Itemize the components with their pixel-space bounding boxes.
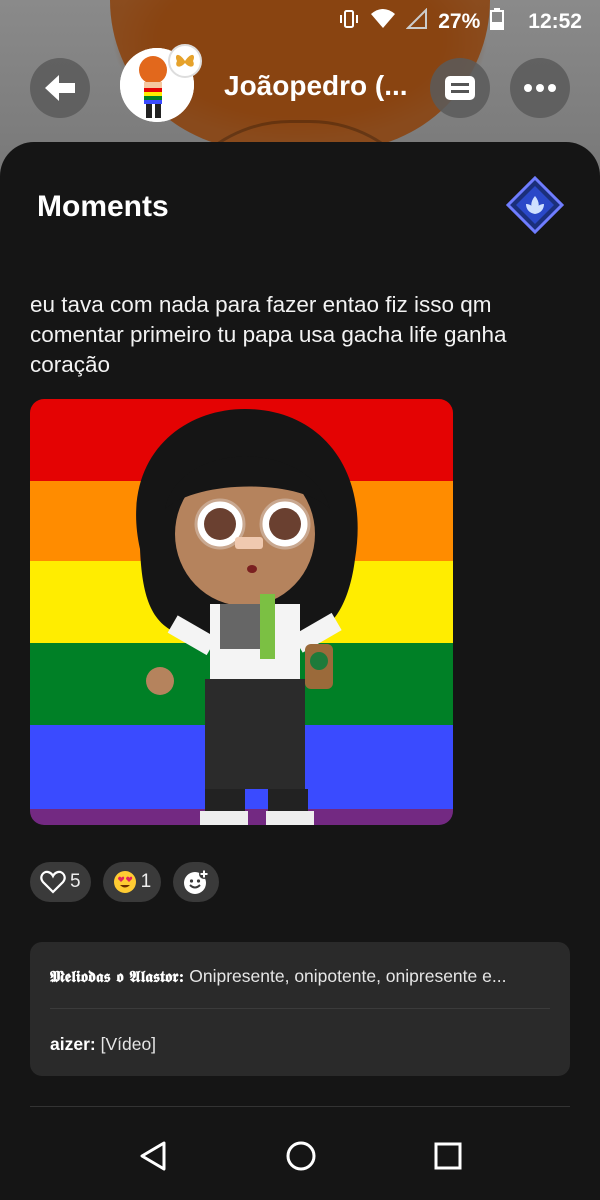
signal-icon [405, 7, 428, 36]
like-button[interactable]: 5 [30, 862, 91, 902]
more-dots-icon [524, 84, 556, 92]
separator [30, 1106, 570, 1107]
battery-percent: 27% [438, 10, 481, 33]
emoji-reaction-button[interactable]: 1 [102, 862, 162, 902]
heart-icon [40, 870, 66, 894]
comment-text: Onipresente, onipotente, onipresente e..… [184, 966, 507, 986]
more-options-button[interactable] [510, 58, 570, 118]
profile-header: Joãopedro (... [0, 44, 600, 126]
comment-author[interactable]: aizer: [50, 1034, 96, 1054]
system-nav-bar [0, 1116, 600, 1200]
post-text: eu tava com nada para fazer entao fiz is… [30, 292, 507, 377]
reactions-bar: 5 1 [30, 862, 220, 902]
add-emoji-icon [184, 869, 210, 894]
comments-preview[interactable]: 𝕸𝖊𝖑𝖎𝖔𝖉𝖆𝖘 𝖔 𝕬𝖑𝖆𝖘𝖙𝖔𝖗: Onipresente, onipote… [30, 942, 570, 1076]
add-reaction-button[interactable] [173, 862, 220, 902]
battery-icon [490, 8, 505, 36]
clock: 12:52 [528, 10, 582, 33]
nav-back-icon[interactable] [138, 1140, 168, 1177]
emoji-reaction-count: 1 [140, 871, 152, 892]
comment-item[interactable]: aizer: [Vídeo] [50, 1034, 550, 1055]
comment-author[interactable]: 𝕸𝖊𝖑𝖎𝖔𝖉𝖆𝖘 𝖔 𝕬𝖑𝖆𝖘𝖙𝖔𝖗: [50, 967, 184, 986]
comment-divider [50, 1008, 550, 1009]
nav-recents-icon[interactable] [434, 1142, 462, 1175]
vibrate-icon [338, 8, 360, 36]
comment-text: [Vídeo] [95, 1034, 157, 1054]
id-card-icon [445, 76, 475, 100]
wifi-icon [370, 8, 396, 36]
butterfly-icon [168, 44, 202, 78]
arrow-left-icon [45, 75, 75, 101]
status-bar: 27% 12:52 [0, 0, 600, 44]
post-image[interactable] [30, 399, 453, 825]
panel-title: Moments [37, 190, 169, 223]
tier-badge-icon[interactable] [505, 175, 565, 239]
heart-eyes-emoji-icon [113, 871, 136, 893]
comment-item[interactable]: 𝕸𝖊𝖑𝖎𝖔𝖉𝖆𝖘 𝖔 𝕬𝖑𝖆𝖘𝖙𝖔𝖗: Onipresente, onipote… [50, 966, 550, 987]
profile-name[interactable]: Joãopedro (... [224, 70, 414, 102]
profile-card-button[interactable] [430, 58, 490, 118]
back-button[interactable] [30, 58, 90, 118]
moments-panel: Moments eu tava com nada para fazer enta… [0, 142, 600, 1200]
like-count: 5 [70, 871, 81, 892]
nav-home-icon[interactable] [285, 1140, 317, 1177]
